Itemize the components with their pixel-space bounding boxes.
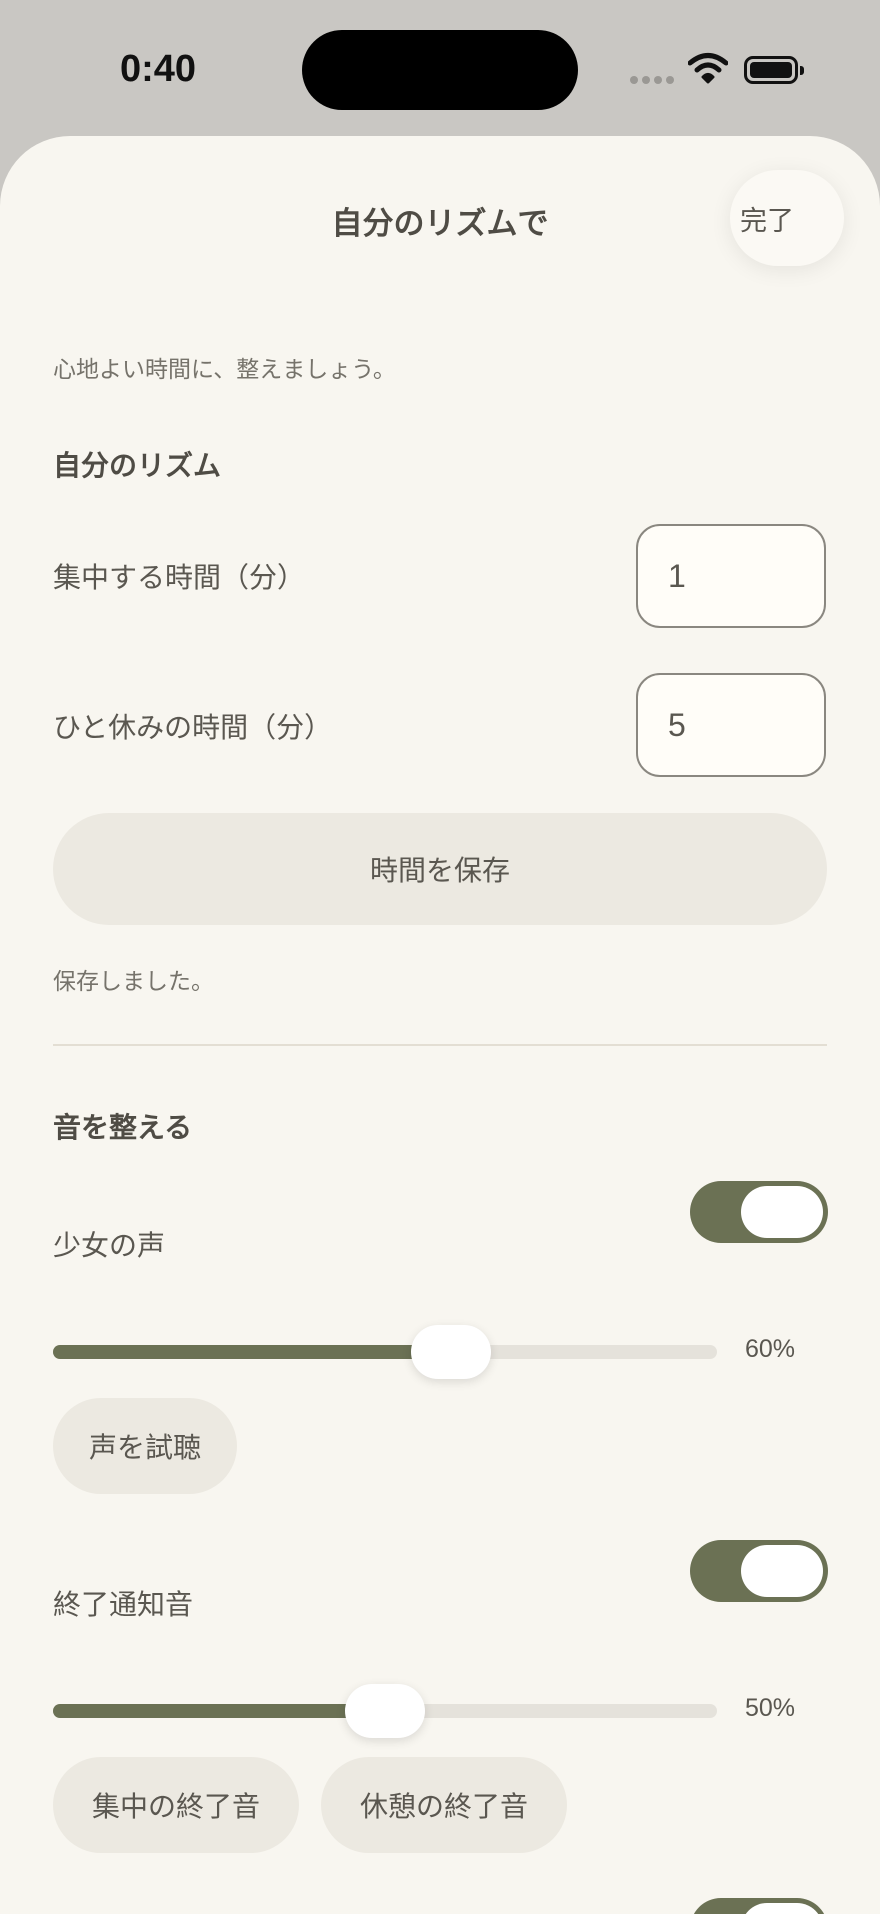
end-chime-toggle[interactable] <box>690 1540 828 1602</box>
break-duration-label: ひと休みの時間（分） <box>53 711 333 744</box>
sheet-subtitle: 心地よい時間に、整えましょう。 <box>53 357 396 383</box>
voice-label: 少女の声 <box>53 1229 166 1262</box>
save-time-button[interactable]: 時間を保存 <box>53 813 827 925</box>
break-duration-input[interactable]: 5 <box>636 673 826 777</box>
status-bar: 0:40 <box>0 0 880 140</box>
sound-heading: 音を整える <box>53 1111 193 1144</box>
wifi-icon <box>688 53 728 84</box>
section-divider <box>53 1044 827 1046</box>
voice-volume-value: 60% <box>745 1335 796 1363</box>
save-status-message: 保存しました。 <box>53 969 214 995</box>
toggle-knob <box>741 1903 823 1914</box>
toggle-knob <box>741 1186 823 1238</box>
preview-voice-button[interactable]: 声を試聴 <box>53 1398 237 1494</box>
break-end-sound-button[interactable]: 休憩の終了音 <box>321 1757 567 1853</box>
status-icons <box>630 52 810 92</box>
voice-volume-slider[interactable] <box>53 1325 717 1379</box>
battery-icon <box>744 56 804 84</box>
end-chime-volume-value: 50% <box>745 1694 796 1722</box>
next-toggle[interactable] <box>690 1898 828 1914</box>
end-chime-label: 終了通知音 <box>53 1588 194 1621</box>
end-chime-volume-slider[interactable] <box>53 1684 717 1738</box>
settings-sheet: 自分のリズムで 完了 心地よい時間に、整えましょう。 自分のリズム 集中する時間… <box>0 136 880 1914</box>
focus-duration-input[interactable]: 1 <box>636 524 826 628</box>
voice-toggle[interactable] <box>690 1181 828 1243</box>
status-time: 0:40 <box>120 48 197 90</box>
slider-thumb[interactable] <box>345 1684 425 1738</box>
focus-end-sound-button[interactable]: 集中の終了音 <box>53 1757 299 1853</box>
slider-fill <box>53 1345 452 1359</box>
dynamic-island <box>302 30 578 110</box>
toggle-knob <box>741 1545 823 1597</box>
rhythm-heading: 自分のリズム <box>53 449 222 482</box>
slider-fill <box>53 1704 385 1718</box>
done-button[interactable]: 完了 <box>730 170 844 266</box>
signal-dots-icon <box>630 76 674 84</box>
focus-duration-label: 集中する時間（分） <box>53 561 306 594</box>
slider-thumb[interactable] <box>411 1325 492 1379</box>
